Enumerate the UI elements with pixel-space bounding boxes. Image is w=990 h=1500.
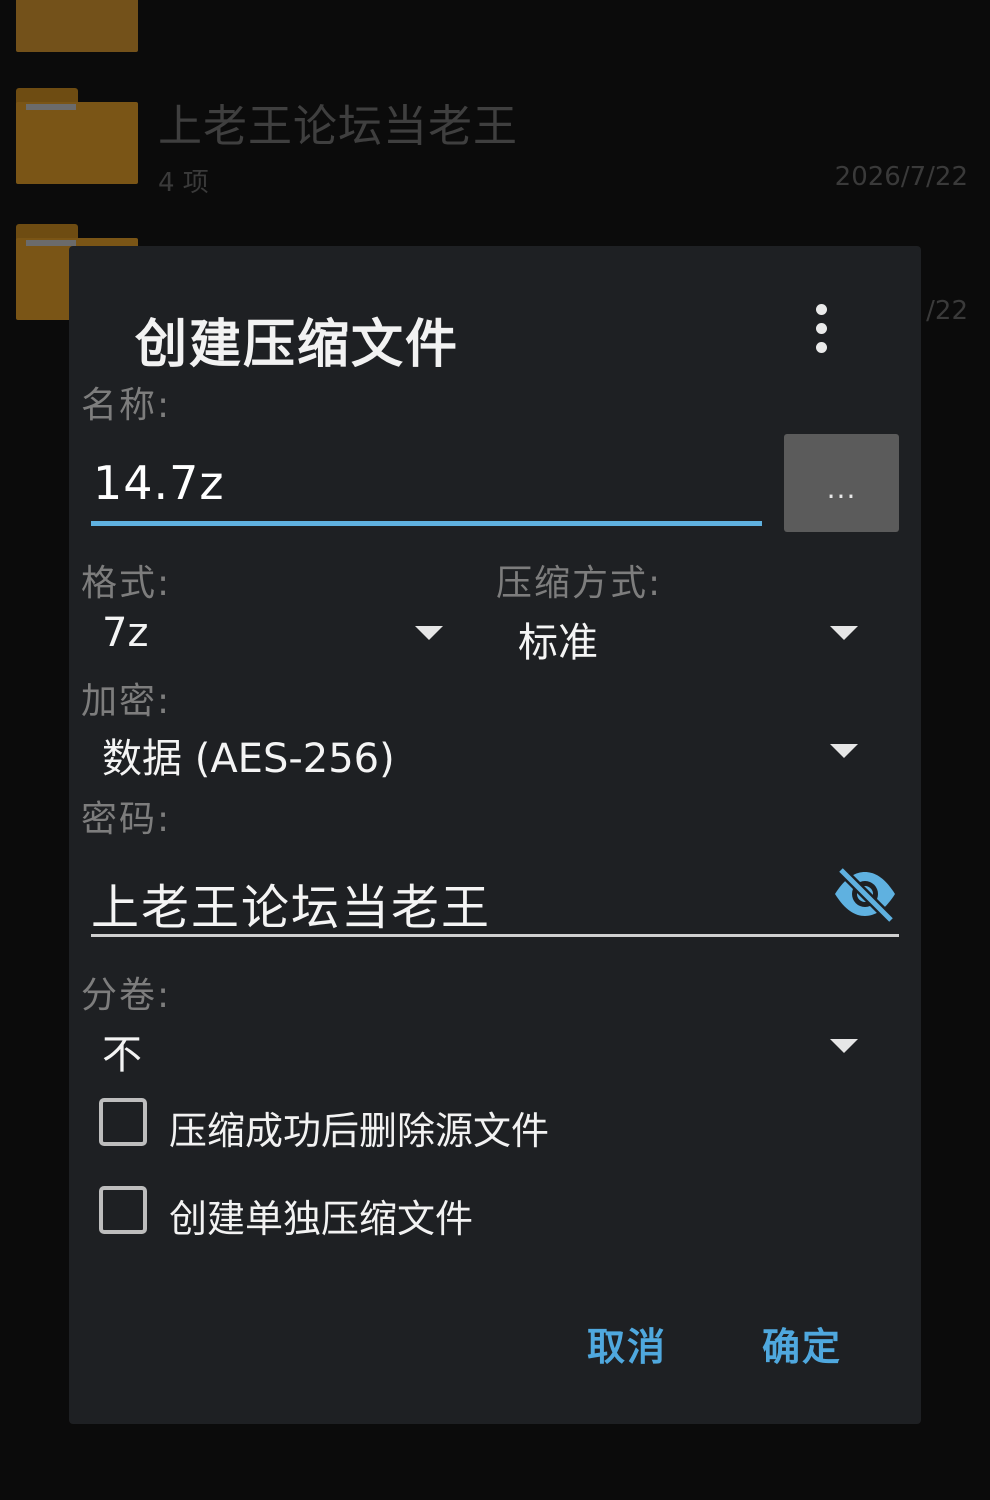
split-volume-value: 不 (102, 1032, 142, 1078)
split-volume-label: 分卷: (81, 975, 172, 1016)
folder-icon[interactable] (16, 0, 138, 52)
compression-method-label: 压缩方式: (496, 563, 663, 604)
file-date: 2026/7/22 (834, 162, 968, 192)
visibility-off-icon[interactable] (833, 866, 897, 924)
password-input[interactable]: 上老王论坛当老王 (91, 868, 491, 938)
archive-name-input[interactable]: 14.7z (93, 456, 225, 510)
encryption-label: 加密: (81, 681, 172, 722)
create-archive-dialog: 创建压缩文件 名称: 14.7z ... 格式: 压缩方式: 7z 标准 加密:… (69, 246, 921, 1424)
compression-method-value: 标准 (518, 620, 598, 666)
encryption-value: 数据 (AES-256) (102, 736, 395, 782)
ok-button[interactable]: 确定 (762, 1316, 842, 1371)
file-date: /22 (926, 296, 968, 326)
chevron-down-icon (415, 626, 443, 640)
chevron-down-icon (830, 626, 858, 640)
password-input-underline (91, 934, 899, 937)
format-label: 格式: (81, 563, 172, 604)
chevron-down-icon (830, 1039, 858, 1053)
separate-archives-checkbox[interactable] (99, 1186, 147, 1234)
separate-archives-option[interactable]: 创建单独压缩文件 (99, 1186, 659, 1241)
delete-source-option[interactable]: 压缩成功后删除源文件 (99, 1098, 659, 1153)
name-input-underline (91, 521, 762, 526)
name-label: 名称: (81, 385, 172, 426)
password-label: 密码: (81, 799, 172, 840)
chevron-down-icon (830, 744, 858, 758)
browse-button[interactable]: ... (784, 434, 899, 532)
file-item-count: 4 项 (158, 168, 209, 198)
delete-source-checkbox[interactable] (99, 1098, 147, 1146)
cancel-button[interactable]: 取消 (587, 1316, 667, 1371)
separate-archives-label: 创建单独压缩文件 (169, 1197, 474, 1241)
more-vert-icon[interactable] (807, 304, 837, 354)
format-value: 7z (102, 610, 149, 656)
dialog-title: 创建压缩文件 (135, 315, 460, 375)
folder-icon[interactable] (16, 88, 138, 184)
file-name[interactable]: 上老王论坛当老王 (158, 90, 518, 154)
delete-source-label: 压缩成功后删除源文件 (169, 1109, 550, 1153)
